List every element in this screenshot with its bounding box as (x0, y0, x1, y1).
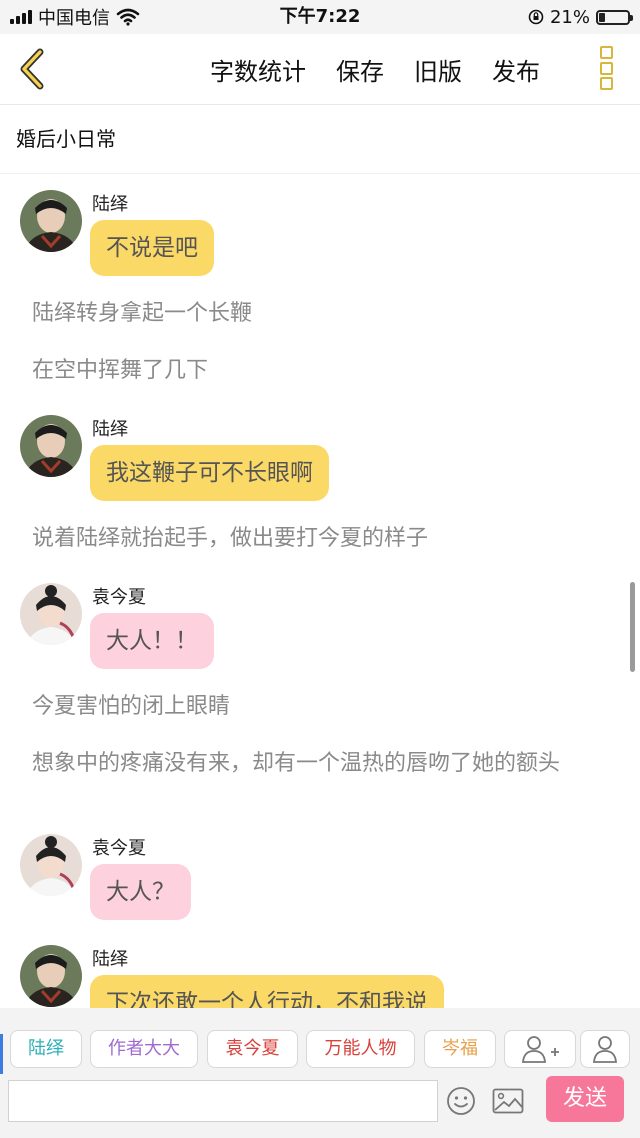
header-menu: 字数统计 保存 旧版 发布 (210, 34, 540, 104)
role-chip-author[interactable]: 作者大大 (90, 1030, 198, 1068)
image-icon[interactable] (492, 1088, 524, 1114)
avatar-luyi (20, 190, 82, 252)
narration-text[interactable]: 在空中挥舞了几下 (32, 359, 602, 383)
avatar-yuanjinxia (20, 834, 82, 896)
avatar-luyi (20, 415, 82, 477)
dialog-bubble[interactable]: 大人！！ (90, 613, 214, 669)
save-button[interactable]: 保存 (336, 52, 384, 87)
publish-button[interactable]: 发布 (492, 52, 540, 87)
speaker-name: 陆绎 (92, 419, 128, 440)
role-selector-bar: 陆绎 作者大大 袁今夏 万能人物 岑福 (0, 1008, 640, 1080)
avatar-yuanjinxia (20, 583, 82, 645)
scrollbar[interactable] (630, 582, 635, 672)
more-vertical-icon[interactable] (600, 46, 616, 90)
orientation-lock-icon (528, 9, 544, 25)
narration-text[interactable]: 说着陆绎就抬起手，做出要打今夏的样子 (32, 527, 602, 551)
dialog-bubble[interactable]: 大人？ (90, 864, 191, 920)
avatar-luyi (20, 945, 82, 1007)
speaker-name: 袁今夏 (92, 587, 146, 608)
narration-text[interactable]: 陆绎转身拿起一个长鞭 (32, 302, 602, 326)
add-person-icon (522, 1036, 559, 1063)
battery-icon (596, 9, 633, 25)
message-input[interactable] (8, 1080, 438, 1122)
narration-text[interactable]: 今夏害怕的闭上眼睛 (32, 695, 602, 719)
role-bar-edge (0, 1034, 3, 1074)
editor-header: 字数统计 保存 旧版 发布 (0, 34, 640, 105)
role-chip-universal[interactable]: 万能人物 (306, 1030, 415, 1068)
role-manage-button[interactable] (580, 1030, 630, 1068)
input-bar: 发送 (0, 1076, 640, 1138)
narration-text[interactable]: 想象中的疼痛没有来，却有一个温热的唇吻了她的额头 (32, 752, 602, 776)
role-chip-yuanjinxia[interactable]: 袁今夏 (207, 1030, 298, 1068)
smile-icon[interactable] (446, 1086, 476, 1116)
speaker-name: 袁今夏 (92, 838, 146, 859)
story-title: 婚后小日常 (16, 127, 116, 151)
speaker-name: 陆绎 (92, 194, 128, 215)
word-count-button[interactable]: 字数统计 (210, 52, 306, 87)
role-chip-cenfu[interactable]: 岑福 (424, 1030, 496, 1068)
battery-percent: 21% (549, 6, 590, 28)
send-button[interactable]: 发送 (546, 1076, 624, 1122)
chevron-left-icon[interactable] (14, 48, 54, 90)
speaker-name: 陆绎 (92, 949, 128, 970)
story-title-row[interactable]: 婚后小日常 (0, 105, 640, 174)
add-role-button[interactable] (504, 1030, 576, 1068)
role-chip-luyi[interactable]: 陆绎 (10, 1030, 82, 1068)
old-version-button[interactable]: 旧版 (414, 52, 462, 87)
status-right: 21% (528, 0, 633, 34)
status-bar: 中国电信 下午7:22 21% (0, 0, 640, 34)
chat-content[interactable]: 陆绎 不说是吧 陆绎转身拿起一个长鞭 在空中挥舞了几下 陆绎 我这鞭子可不长眼啊… (0, 174, 640, 1008)
dialog-bubble[interactable]: 我这鞭子可不长眼啊 (90, 445, 329, 501)
dialog-bubble[interactable]: 不说是吧 (90, 220, 214, 276)
person-icon (593, 1036, 617, 1063)
dialog-bubble[interactable]: 下次还敢一个人行动，不和我说 (90, 975, 444, 1008)
